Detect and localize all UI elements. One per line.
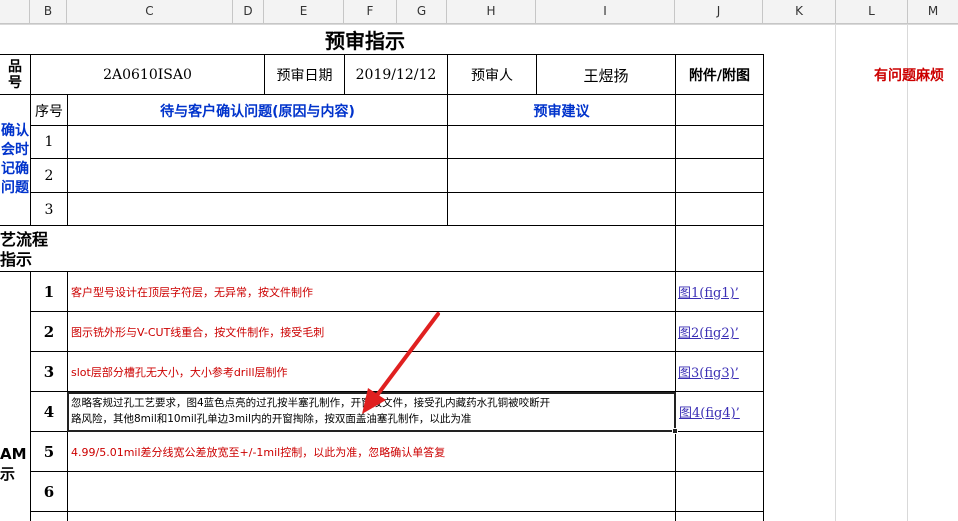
fig1-link[interactable]: 图1(fig1)’ xyxy=(676,272,764,311)
fig4-link[interactable]: 图4(fig4)’ xyxy=(678,392,764,431)
spreadsheet-grid[interactable]: 预审指示 品 号 2A0610ISA0 预审日期 2019/12/12 预审人 … xyxy=(0,24,958,521)
column-header-a-partial[interactable] xyxy=(0,0,30,23)
confirm-row-number: 1 xyxy=(44,134,54,150)
column-header-g[interactable]: G xyxy=(397,0,447,23)
product-number-label: 品 号 xyxy=(8,59,22,91)
reviewer-label: 预审人 xyxy=(471,68,513,84)
review-date-label: 预审日期 xyxy=(276,68,333,84)
column-header-j[interactable]: J xyxy=(675,0,763,23)
fig2-link[interactable]: 图2(fig2)’ xyxy=(676,312,764,351)
seq-header: 序号 xyxy=(35,103,63,120)
process-row-number: 6 xyxy=(43,482,55,501)
process-row-number: 5 xyxy=(43,442,55,461)
column-header-h[interactable]: H xyxy=(447,0,536,23)
page-title: 预审指示 xyxy=(325,28,405,53)
process-row-number: 2 xyxy=(43,322,55,341)
product-number-value[interactable]: 2A0610ISA0 xyxy=(31,55,264,95)
column-header-l[interactable]: L xyxy=(836,0,908,23)
annotation-arrow-icon xyxy=(362,312,440,414)
column-header-bar: B C D E F G H I J K L M xyxy=(0,0,958,24)
notice-text: 有问题麻烦 xyxy=(874,68,944,84)
divider xyxy=(30,471,764,472)
process-row-text[interactable]: 4.99/5.01mil差分线宽公差放宽至+/-1mil控制，以此为准，忽略确认… xyxy=(68,432,675,471)
process-side-label: 艺流程 指示 xyxy=(0,229,49,269)
divider xyxy=(763,54,764,95)
reviewer-name[interactable]: 王煜扬 xyxy=(537,55,675,95)
confirm-row-number: 3 xyxy=(44,201,54,218)
divider xyxy=(30,511,764,512)
gridline xyxy=(835,24,836,521)
issue-header: 待与客户确认问题(原因与内容) xyxy=(160,103,355,120)
divider xyxy=(30,125,764,126)
divider xyxy=(675,226,676,272)
divider xyxy=(763,95,764,226)
column-header-f[interactable]: F xyxy=(344,0,397,23)
column-header-k[interactable]: K xyxy=(763,0,836,23)
divider xyxy=(30,158,764,159)
column-header-c[interactable]: C xyxy=(67,0,233,23)
divider xyxy=(763,226,764,272)
divider xyxy=(675,95,676,226)
column-header-i[interactable]: I xyxy=(536,0,675,23)
process-header-row xyxy=(0,226,764,272)
divider xyxy=(30,192,764,193)
process-row-number: 1 xyxy=(43,282,55,301)
column-header-m[interactable]: M xyxy=(908,0,958,23)
column-header-b[interactable]: B xyxy=(30,0,67,23)
attachment-label: 附件/附图 xyxy=(688,68,751,84)
process-row-number: 3 xyxy=(43,362,55,381)
column-header-e[interactable]: E xyxy=(264,0,344,23)
advice-header: 预审建议 xyxy=(533,103,590,120)
fig3-link[interactable]: 图3(fig3)’ xyxy=(676,352,764,391)
process-row-number: 4 xyxy=(43,402,55,421)
confirm-side-label: 确认 会时 记确 问题 xyxy=(1,123,29,196)
column-header-d[interactable]: D xyxy=(233,0,264,23)
review-date-value[interactable]: 2019/12/12 xyxy=(345,55,447,95)
gridline xyxy=(907,24,908,521)
cam-side-label: AM 示 xyxy=(0,445,27,483)
confirm-row-number: 2 xyxy=(44,167,54,184)
